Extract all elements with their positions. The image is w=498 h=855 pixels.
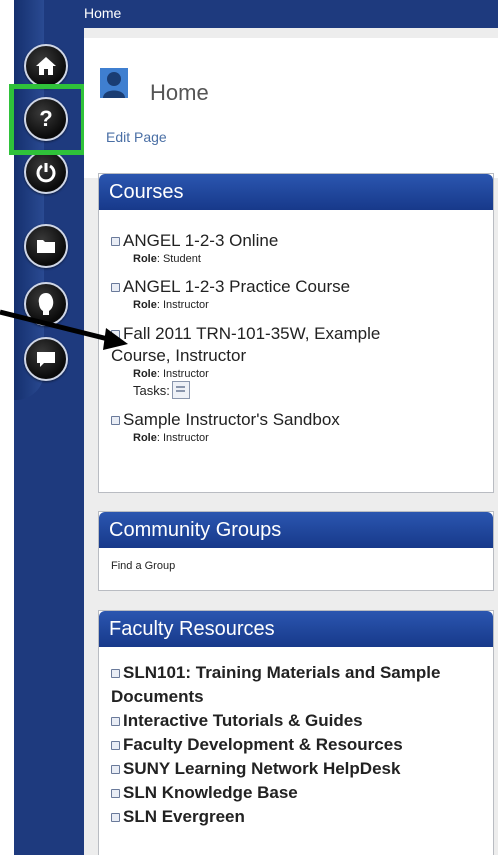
annotation-arrow xyxy=(0,309,128,350)
